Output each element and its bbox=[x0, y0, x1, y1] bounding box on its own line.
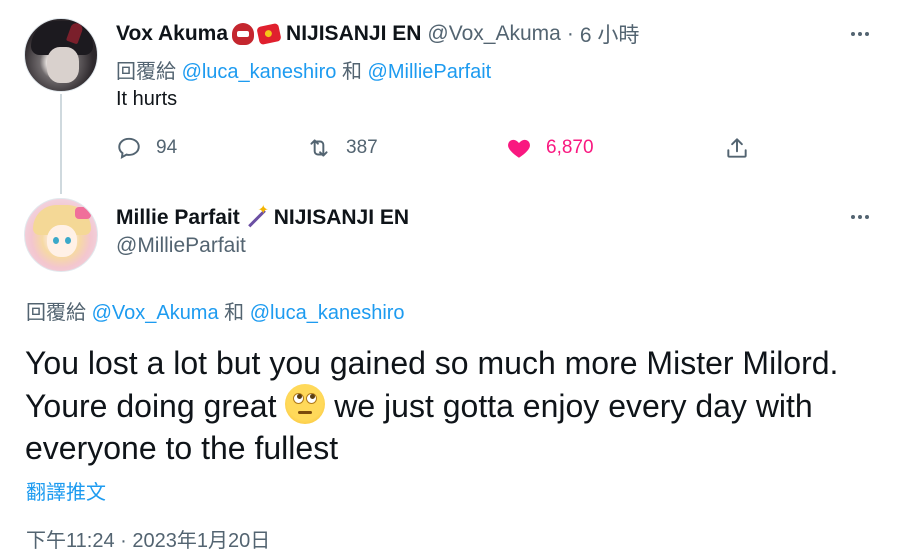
retweet-icon bbox=[310, 139, 328, 157]
reply-context: 回覆給 @luca_kaneshiro 和 @MillieParfait bbox=[116, 55, 491, 84]
share-icon bbox=[727, 138, 747, 158]
more-options-icon[interactable] bbox=[843, 205, 877, 229]
mention-link[interactable]: @luca_kaneshiro bbox=[250, 302, 405, 324]
mention-link[interactable]: @Vox_Akuma bbox=[92, 302, 219, 324]
tweet-text: It hurts bbox=[116, 88, 178, 110]
mention-link[interactable]: @MillieParfait bbox=[368, 61, 492, 83]
like-button[interactable]: 6,870 bbox=[506, 134, 594, 162]
magic-wand-emoji-icon bbox=[244, 202, 269, 230]
separator-dot: · bbox=[566, 22, 574, 45]
more-options-icon[interactable] bbox=[843, 22, 877, 46]
user-handle[interactable]: @Vox_Akuma bbox=[427, 22, 560, 46]
heart-filled-icon bbox=[508, 139, 530, 158]
user-handle[interactable]: @MillieParfait bbox=[116, 234, 246, 258]
tweet1-header: Vox Akuma NIJISANJI EN @Vox_Akuma · 6 小時 bbox=[116, 20, 639, 48]
display-name[interactable]: Millie Parfait bbox=[116, 206, 240, 230]
retweet-count: 387 bbox=[346, 137, 378, 158]
face-with-rolling-eyes-emoji-icon bbox=[285, 384, 326, 424]
retweet-button[interactable]: 387 bbox=[306, 134, 378, 162]
reply-prefix: 回覆給 bbox=[26, 302, 86, 324]
reply-context: 回覆給 @Vox_Akuma 和 @luca_kaneshiro bbox=[26, 296, 405, 325]
like-count: 6,870 bbox=[546, 137, 594, 158]
avatar-vox-akuma[interactable] bbox=[24, 18, 98, 92]
tweet-text: You lost a lot but you gained so much mo… bbox=[25, 342, 875, 469]
translate-tweet-link[interactable]: 翻譯推文 bbox=[26, 476, 106, 505]
mention-link[interactable]: @luca_kaneshiro bbox=[182, 61, 337, 83]
display-name-org[interactable]: NIJISANJI EN bbox=[286, 22, 421, 46]
reply-button[interactable]: 94 bbox=[116, 134, 177, 162]
tweet-timestamp[interactable]: 下午11:24 · 2023年1月20日 bbox=[26, 524, 270, 553]
tweet2-header: Millie Parfait NIJISANJI EN bbox=[116, 202, 409, 232]
reply-and: 和 bbox=[341, 61, 362, 83]
display-name[interactable]: Vox Akuma bbox=[116, 22, 228, 46]
share-button[interactable] bbox=[724, 134, 764, 162]
relative-time[interactable]: 6 小時 bbox=[580, 19, 640, 49]
reply-count: 94 bbox=[156, 137, 178, 158]
thread-connector-line bbox=[60, 94, 62, 194]
reply-icon bbox=[118, 137, 140, 160]
red-envelope-emoji-icon bbox=[256, 22, 282, 46]
reply-and: 和 bbox=[224, 302, 245, 324]
ogre-emoji-icon bbox=[232, 23, 255, 45]
display-name-org[interactable]: NIJISANJI EN bbox=[274, 206, 409, 230]
reply-prefix: 回覆給 bbox=[116, 61, 176, 83]
avatar-millie-parfait[interactable] bbox=[24, 198, 98, 272]
